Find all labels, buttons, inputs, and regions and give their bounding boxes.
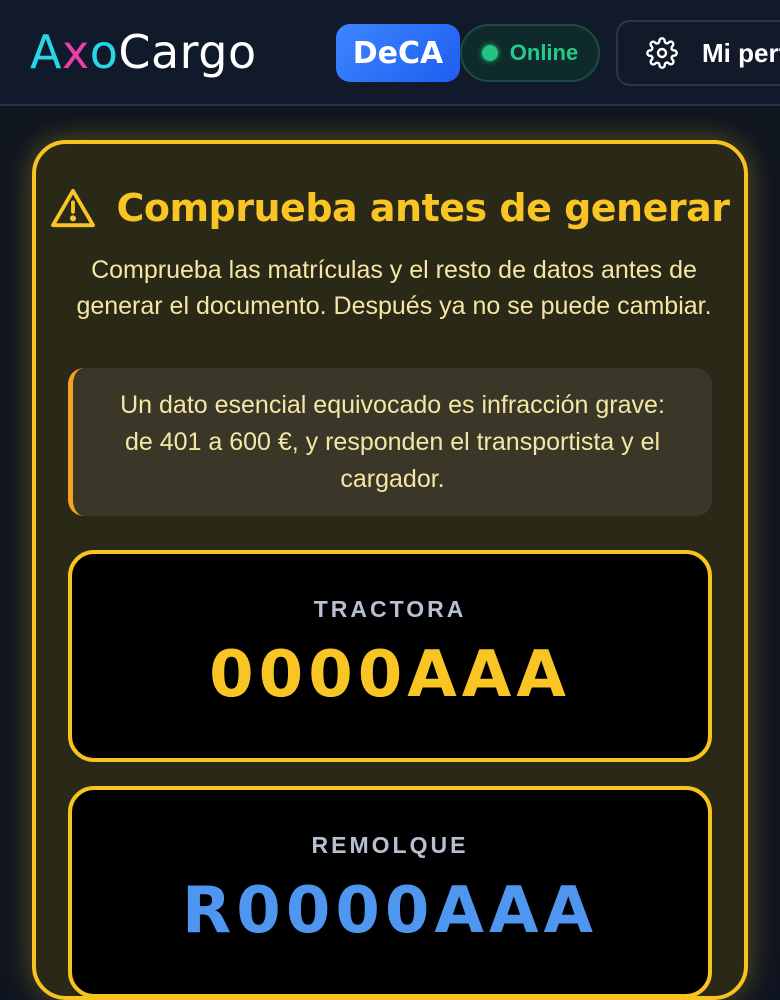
logo-word-cargo: Cargo: [118, 25, 257, 79]
plate-card-remolque: REMOLQUE R0000AAA: [68, 786, 712, 998]
profile-button[interactable]: Mi perfil: [616, 20, 780, 86]
main-content: Comprueba antes de generar Comprueba las…: [0, 108, 780, 1000]
verification-warning-card: Comprueba antes de generar Comprueba las…: [32, 140, 748, 1000]
online-status-pill: Online: [460, 24, 600, 82]
warning-triangle-icon: [51, 188, 96, 228]
logo-letter-o: o: [89, 25, 119, 79]
plate-number: R0000AAA: [182, 874, 598, 948]
top-navigation-bar: AxoCargo DeCA Online Mi perfil: [0, 0, 780, 106]
logo-letter-x: x: [61, 25, 90, 79]
logo-letter-a: A: [30, 25, 62, 79]
plate-number: 0000AAA: [209, 638, 571, 712]
plate-label: TRACTORA: [313, 596, 467, 622]
plate-label: REMOLQUE: [311, 832, 469, 858]
warning-description: Comprueba las matrículas y el resto de d…: [76, 256, 712, 320]
profile-button-label: Mi perfil: [702, 37, 780, 68]
penalty-note: Un dato esencial equivocado es infracció…: [68, 368, 712, 516]
warning-title: Comprueba antes de generar: [116, 186, 730, 230]
warning-header: Comprueba antes de generar: [36, 186, 744, 230]
app-badge-deca: DeCA: [336, 24, 460, 82]
penalty-note-text: Un dato esencial equivocado es infracció…: [120, 390, 665, 493]
plate-card-tractora: TRACTORA 0000AAA: [68, 550, 712, 762]
status-dot-icon: [481, 45, 498, 61]
status-label: Online: [509, 40, 579, 65]
gear-icon: [646, 37, 678, 69]
axocargo-logo[interactable]: Ax o Cargo: [30, 22, 257, 82]
